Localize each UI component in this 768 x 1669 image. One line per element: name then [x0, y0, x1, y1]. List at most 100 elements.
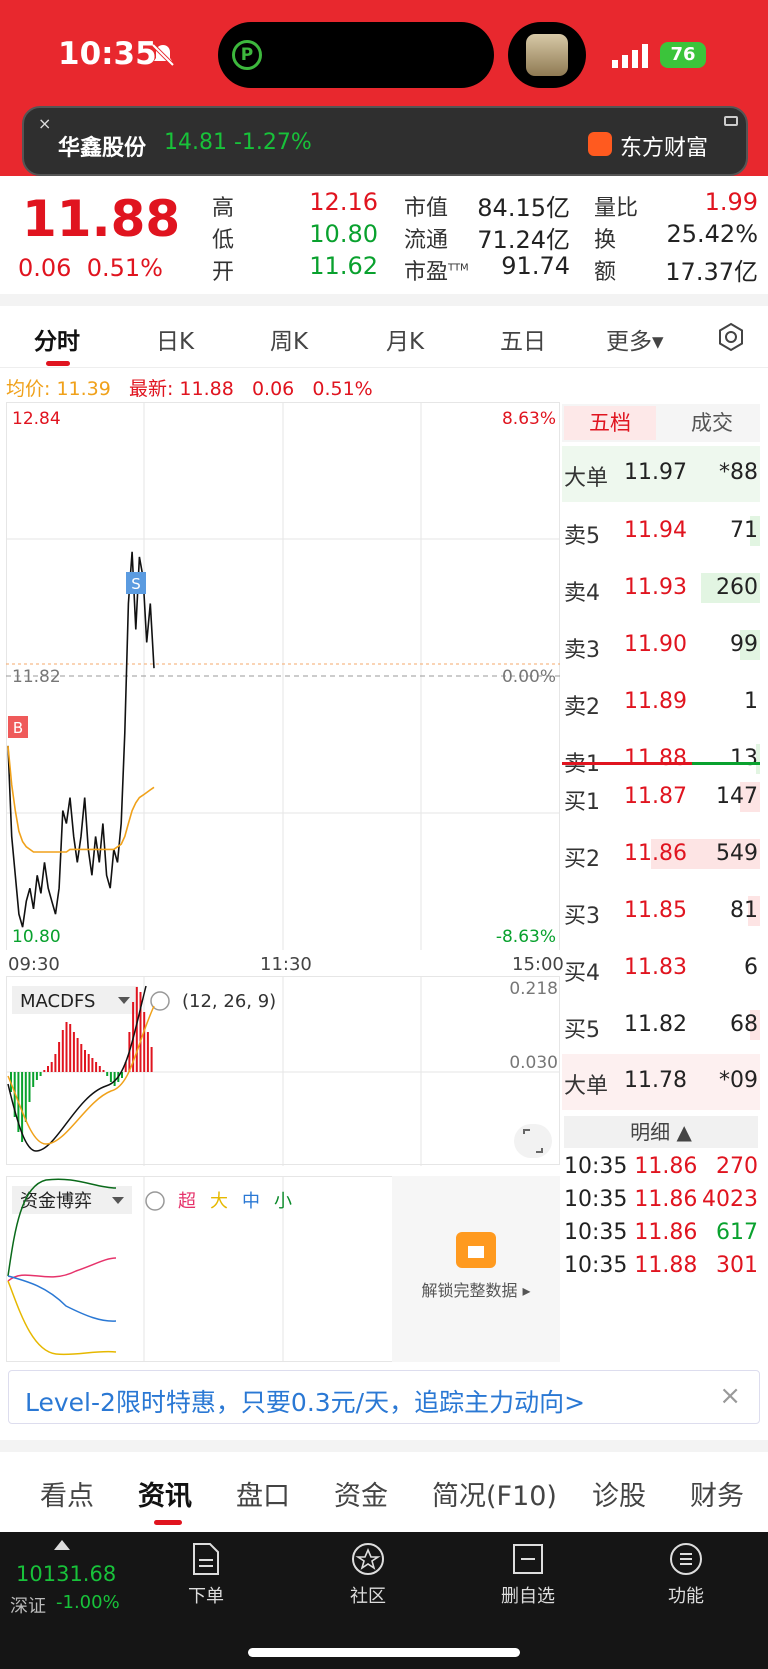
- fund-flow-chart[interactable]: 资金博弈 超 大 中 小 解锁完整数据 ▸: [6, 1176, 560, 1362]
- level-volume: 68: [730, 1012, 758, 1037]
- nav-community[interactable]: 社区: [318, 1542, 418, 1608]
- ask-row[interactable]: 卖3 11.90 99: [562, 618, 760, 674]
- ask-row[interactable]: 卖5 11.94 71: [562, 504, 760, 560]
- volratio-label: 量比: [594, 196, 639, 221]
- silent-bell-icon: [151, 43, 175, 67]
- turnover-value: 25.42%: [666, 220, 758, 248]
- promo-text[interactable]: Level-2限时特惠，只要0.3元/天，追踪主力动向>: [25, 1383, 585, 1419]
- trade-time: 10:35: [564, 1253, 628, 1278]
- macd-chart[interactable]: MACDFS (12, 26, 9) 0.218 0.030: [6, 976, 560, 1166]
- tab-diagnosis[interactable]: 诊股: [592, 1474, 646, 1513]
- level-price: 11.82: [624, 1012, 687, 1037]
- nav-place-order[interactable]: 下单: [156, 1542, 256, 1608]
- nav-remove-watchlist[interactable]: 删自选: [478, 1542, 578, 1608]
- tab-five-level[interactable]: 五档: [564, 406, 656, 440]
- book-tabs: 五档 成交: [562, 404, 760, 442]
- macd-bar: [58, 1042, 61, 1072]
- price-line: [7, 551, 155, 928]
- open-label: 开: [212, 260, 235, 285]
- trade-price: 11.88: [627, 1253, 698, 1278]
- tab-five-day[interactable]: 五日: [500, 322, 546, 356]
- level-label: 买1: [564, 790, 600, 815]
- level-label: 买2: [564, 847, 600, 872]
- settings-icon[interactable]: [716, 322, 746, 352]
- level-volume: 549: [716, 841, 758, 866]
- bid-row[interactable]: 买5 11.82 68: [562, 998, 760, 1054]
- level-volume: 13: [730, 746, 758, 771]
- level-label: 卖5: [564, 524, 600, 549]
- fund-line-super: [7, 1257, 117, 1282]
- bid-row[interactable]: 买3 11.85 81: [562, 884, 760, 940]
- index-name: 深证: [10, 1596, 46, 1617]
- tab-orderbook[interactable]: 盘口: [236, 1474, 290, 1513]
- tab-intraday[interactable]: 分时: [34, 322, 80, 356]
- trade-price: 11.86: [627, 1220, 698, 1245]
- bid-row[interactable]: 买1 11.87 147: [562, 770, 760, 826]
- trade-volume: 4023: [702, 1187, 758, 1212]
- volratio-value: 1.99: [704, 188, 758, 216]
- macd-bar: [98, 1066, 101, 1072]
- chevron-up-icon[interactable]: [54, 1540, 70, 1550]
- tab-weekly-k[interactable]: 周K: [270, 322, 308, 356]
- macd-bar: [109, 1072, 112, 1082]
- macd-bar: [135, 987, 138, 1072]
- detail-header[interactable]: 明细 ▲: [564, 1116, 758, 1148]
- pe-label: 市盈TTM: [404, 260, 469, 285]
- y-bottom-label: 10.80: [12, 927, 61, 947]
- tab-f10[interactable]: 简况(F10): [432, 1474, 557, 1513]
- pip-icon[interactable]: [724, 116, 738, 126]
- tab-funds[interactable]: 资金: [334, 1474, 388, 1513]
- macd-y-mid: 0.030: [509, 1053, 558, 1073]
- trade-price: 11.86: [627, 1154, 698, 1179]
- tab-monthly-k[interactable]: 月K: [386, 322, 424, 356]
- y-mid-label: 11.82: [12, 667, 61, 687]
- macd-bar: [50, 1062, 53, 1072]
- chart-period-tabs: 分时 日K 周K 月K 五日 更多▾: [0, 306, 768, 368]
- fund-line-medium: [7, 1275, 117, 1322]
- trade-detail-row: 10:35 11.86 4023: [564, 1187, 762, 1212]
- stock-notification-banner[interactable]: × 华鑫股份 14.81 -1.27% 东方财富: [22, 106, 748, 176]
- tab-daily-k[interactable]: 日K: [156, 322, 194, 356]
- level2-promo-banner[interactable]: Level-2限时特惠，只要0.3元/天，追踪主力动向> ×: [8, 1370, 760, 1424]
- level-price: 11.88: [624, 746, 687, 771]
- level-volume: 147: [716, 784, 758, 809]
- ask-row[interactable]: 卖4 11.93 260: [562, 561, 760, 617]
- macd-bar: [28, 1072, 31, 1102]
- tab-trades[interactable]: 成交: [666, 406, 758, 440]
- tab-more[interactable]: 更多▾: [606, 322, 664, 356]
- lock-body: [468, 1246, 484, 1258]
- macd-bar: [102, 1070, 105, 1072]
- open-value: 11.62: [309, 252, 378, 280]
- fund-line-large: [7, 1280, 117, 1356]
- trade-price: 11.86: [627, 1187, 698, 1212]
- nav-functions[interactable]: 功能: [636, 1542, 736, 1608]
- legend-large: 大: [210, 1191, 228, 1212]
- tab-news[interactable]: 资讯: [138, 1474, 192, 1513]
- x-label-open: 09:30: [8, 954, 60, 975]
- macd-bar: [106, 1072, 109, 1076]
- pct-top-label: 8.63%: [502, 409, 556, 429]
- macd-params: (12, 26, 9): [182, 991, 276, 1012]
- help-icon[interactable]: [145, 1191, 165, 1211]
- macd-bar: [84, 1050, 86, 1072]
- expand-icon[interactable]: [514, 1124, 552, 1158]
- pct-mid-label: 0.00%: [502, 667, 556, 687]
- close-icon[interactable]: ×: [38, 114, 51, 133]
- macd-bar: [95, 1062, 98, 1072]
- level-label: 卖3: [564, 638, 600, 663]
- tab-finance[interactable]: 财务: [690, 1474, 744, 1513]
- index-value[interactable]: 10131.68: [16, 1562, 116, 1586]
- bid-row[interactable]: 买2 11.86 549: [562, 827, 760, 883]
- home-indicator[interactable]: [248, 1648, 520, 1657]
- ask-row[interactable]: 卖2 11.89 1: [562, 675, 760, 731]
- intraday-chart[interactable]: 12.84 11.82 10.80 8.63% 0.00% -8.63% B S: [6, 402, 560, 950]
- parking-icon: P: [232, 40, 262, 70]
- level-label: 卖2: [564, 695, 600, 720]
- bid-row[interactable]: 买4 11.83 6: [562, 941, 760, 997]
- close-icon[interactable]: ×: [719, 1381, 741, 1411]
- mktcap-label: 市值: [404, 196, 449, 221]
- amount-label: 额: [594, 260, 617, 285]
- unlock-data-link[interactable]: 解锁完整数据 ▸: [421, 1281, 530, 1300]
- big-order-bid: 大单 11.78 *09: [562, 1054, 760, 1110]
- tab-highlights[interactable]: 看点: [40, 1474, 94, 1513]
